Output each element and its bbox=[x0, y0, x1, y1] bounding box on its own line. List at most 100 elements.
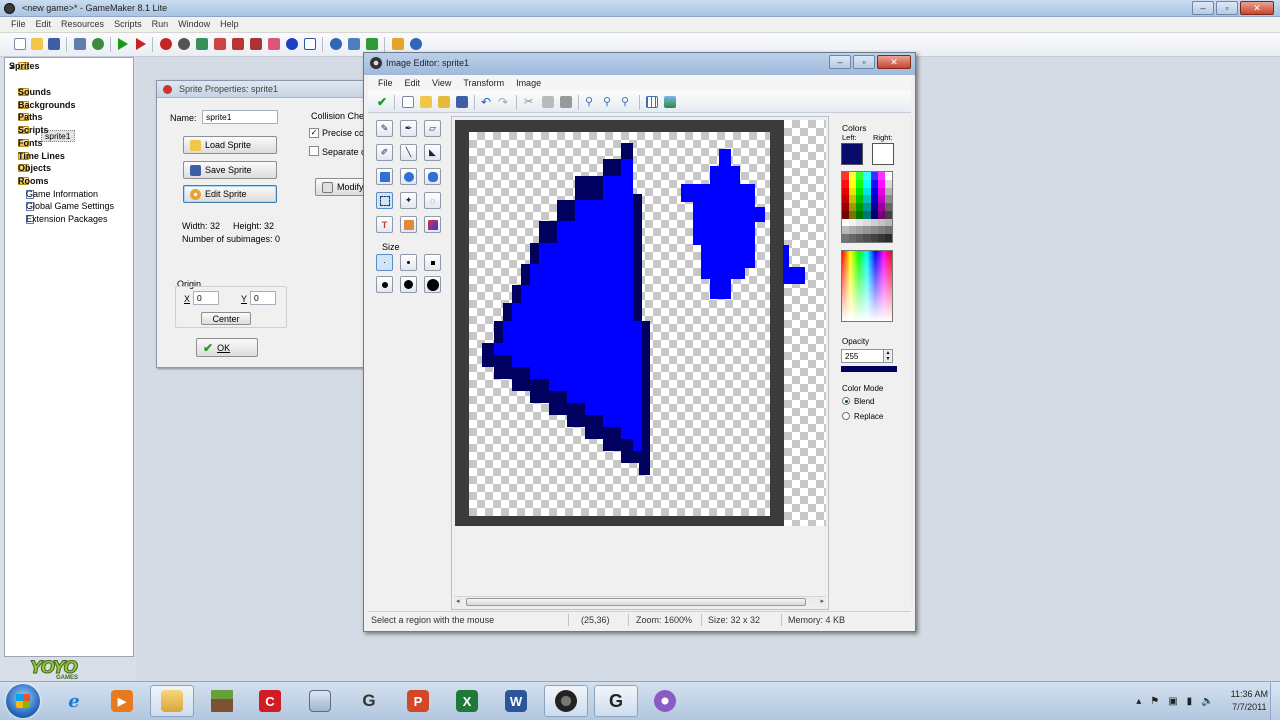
zoom-normal-icon[interactable]: ⚲ bbox=[603, 96, 615, 108]
create-executable-icon[interactable] bbox=[74, 38, 86, 50]
taskbar-gamemaker[interactable]: G bbox=[347, 685, 391, 717]
copy-icon[interactable] bbox=[542, 96, 554, 108]
palette-swatch[interactable] bbox=[884, 226, 892, 235]
debug-game-icon[interactable] bbox=[136, 38, 146, 50]
palette-swatch[interactable] bbox=[877, 203, 885, 211]
tree-item-fonts[interactable]: Fonts bbox=[18, 137, 43, 149]
palette-swatch[interactable] bbox=[884, 195, 892, 204]
show-hidden-icons-icon[interactable]: ▴ bbox=[1136, 696, 1141, 707]
rounded-rectangle-tool-icon[interactable] bbox=[424, 168, 441, 185]
palette-swatch[interactable] bbox=[863, 218, 871, 227]
minimize-button[interactable]: – bbox=[1192, 1, 1214, 15]
open-folder-icon[interactable] bbox=[438, 96, 450, 108]
tree-item-backgrounds[interactable]: Backgrounds bbox=[18, 99, 76, 111]
palette-swatch[interactable] bbox=[863, 203, 871, 211]
size-4-option[interactable] bbox=[376, 276, 393, 293]
magic-wand-tool-icon[interactable]: ✦ bbox=[400, 192, 417, 209]
add-object-icon[interactable] bbox=[286, 38, 298, 50]
add-path-icon[interactable] bbox=[214, 38, 226, 50]
palette-swatch[interactable] bbox=[877, 172, 885, 180]
center-button[interactable]: Center bbox=[201, 312, 251, 325]
cut-icon[interactable]: ✂ bbox=[524, 96, 536, 108]
palette-swatch[interactable] bbox=[884, 187, 892, 196]
add-timeline-icon[interactable] bbox=[268, 38, 280, 50]
add-background-icon[interactable] bbox=[196, 38, 208, 50]
tree-item-objects[interactable]: Objects bbox=[18, 162, 51, 174]
menu-run[interactable]: Run bbox=[147, 17, 174, 32]
palette-swatch[interactable] bbox=[877, 234, 885, 242]
menu-window[interactable]: Window bbox=[173, 17, 215, 32]
taskbar-speed-tool[interactable] bbox=[643, 685, 687, 717]
sprite-pixel-art[interactable] bbox=[469, 132, 809, 492]
horizontal-scrollbar[interactable]: ◂ ▸ bbox=[454, 596, 826, 607]
palette-swatch[interactable] bbox=[870, 210, 878, 219]
game-settings-icon[interactable] bbox=[348, 38, 360, 50]
size-1-option[interactable] bbox=[376, 254, 393, 271]
ok-button[interactable]: ✔ OK bbox=[196, 338, 258, 357]
pencil-tool-icon[interactable]: ✎ bbox=[376, 120, 393, 137]
palette-swatch[interactable] bbox=[856, 195, 864, 204]
tree-item-sprites[interactable]: ◢ Sprites bbox=[9, 60, 40, 72]
device-icon[interactable]: ▣ bbox=[1168, 696, 1177, 707]
tree-item-time-lines[interactable]: Time Lines bbox=[18, 150, 65, 162]
polygon-tool-icon[interactable]: ◣ bbox=[424, 144, 441, 161]
palette-swatch[interactable] bbox=[877, 210, 885, 219]
scrollbar-thumb[interactable] bbox=[466, 598, 806, 606]
confirm-icon[interactable]: ✔ bbox=[377, 96, 389, 108]
close-button[interactable]: ✕ bbox=[877, 55, 911, 69]
taskbar-camera[interactable] bbox=[544, 685, 588, 717]
maximize-button[interactable]: ▫ bbox=[853, 55, 875, 69]
size-2-option[interactable] bbox=[400, 254, 417, 271]
palette-swatch[interactable] bbox=[870, 234, 878, 242]
palette-swatch[interactable] bbox=[863, 172, 871, 180]
palette-swatch[interactable] bbox=[863, 195, 871, 204]
run-game-icon[interactable] bbox=[118, 38, 128, 50]
taskbar-calculator[interactable] bbox=[298, 685, 342, 717]
taskbar-file-explorer[interactable] bbox=[150, 685, 194, 717]
spray-select-tool-icon[interactable]: ◌ bbox=[424, 192, 441, 209]
palette-swatch[interactable] bbox=[842, 210, 850, 219]
text-tool-icon[interactable]: T bbox=[376, 216, 393, 233]
palette-swatch[interactable] bbox=[849, 172, 857, 180]
palette-swatch[interactable] bbox=[863, 210, 871, 219]
size-3-option[interactable] bbox=[424, 254, 441, 271]
color-picker-tool-icon[interactable]: ✐ bbox=[376, 144, 393, 161]
eraser-tool-icon[interactable]: ▱ bbox=[424, 120, 441, 137]
action-center-flag-icon[interactable]: ⚑ bbox=[1150, 696, 1159, 707]
palette-swatch[interactable] bbox=[849, 226, 857, 235]
edit-sprite-button[interactable]: Edit Sprite bbox=[183, 185, 277, 203]
blend-radio[interactable] bbox=[842, 397, 850, 405]
palette-swatch[interactable] bbox=[863, 234, 871, 242]
menu-edit[interactable]: Edit bbox=[31, 17, 57, 32]
palette-swatch[interactable] bbox=[856, 210, 864, 219]
taskbar-word[interactable]: W bbox=[494, 685, 538, 717]
palette-swatch[interactable] bbox=[856, 203, 864, 211]
ie-menu-transform[interactable]: Transform bbox=[457, 75, 510, 91]
menu-file[interactable]: File bbox=[6, 17, 31, 32]
palette-swatch[interactable] bbox=[842, 172, 850, 180]
separate-masks-checkbox[interactable] bbox=[309, 146, 319, 156]
palette-swatch[interactable] bbox=[856, 187, 864, 196]
palette-swatch[interactable] bbox=[863, 226, 871, 235]
left-color-swatch[interactable] bbox=[841, 143, 863, 165]
save-sprite-button[interactable]: Save Sprite bbox=[183, 161, 277, 179]
sprite-name-field[interactable]: sprite1 bbox=[202, 110, 278, 124]
clock[interactable]: 11:36 AM 7/7/2011 bbox=[1231, 688, 1268, 714]
save-icon[interactable] bbox=[48, 38, 60, 50]
volume-icon[interactable]: 🔈 bbox=[1201, 696, 1213, 707]
tree-item-sounds[interactable]: Sounds bbox=[18, 86, 51, 98]
taskbar-excel[interactable]: X bbox=[445, 685, 489, 717]
paste-icon[interactable] bbox=[560, 96, 572, 108]
replace-radio[interactable] bbox=[842, 412, 850, 420]
palette-swatch[interactable] bbox=[842, 195, 850, 204]
palette-swatch[interactable] bbox=[884, 218, 892, 227]
palette-swatch[interactable] bbox=[877, 187, 885, 196]
palette-swatch[interactable] bbox=[877, 195, 885, 204]
open-folder-icon[interactable] bbox=[31, 38, 43, 50]
line-tool-icon[interactable]: ╲ bbox=[400, 144, 417, 161]
palette-swatch[interactable] bbox=[884, 203, 892, 211]
ellipse-tool-icon[interactable] bbox=[400, 168, 417, 185]
save-icon[interactable] bbox=[456, 96, 468, 108]
undo-icon[interactable]: ↶ bbox=[481, 96, 493, 108]
palette-swatch[interactable] bbox=[870, 172, 878, 180]
